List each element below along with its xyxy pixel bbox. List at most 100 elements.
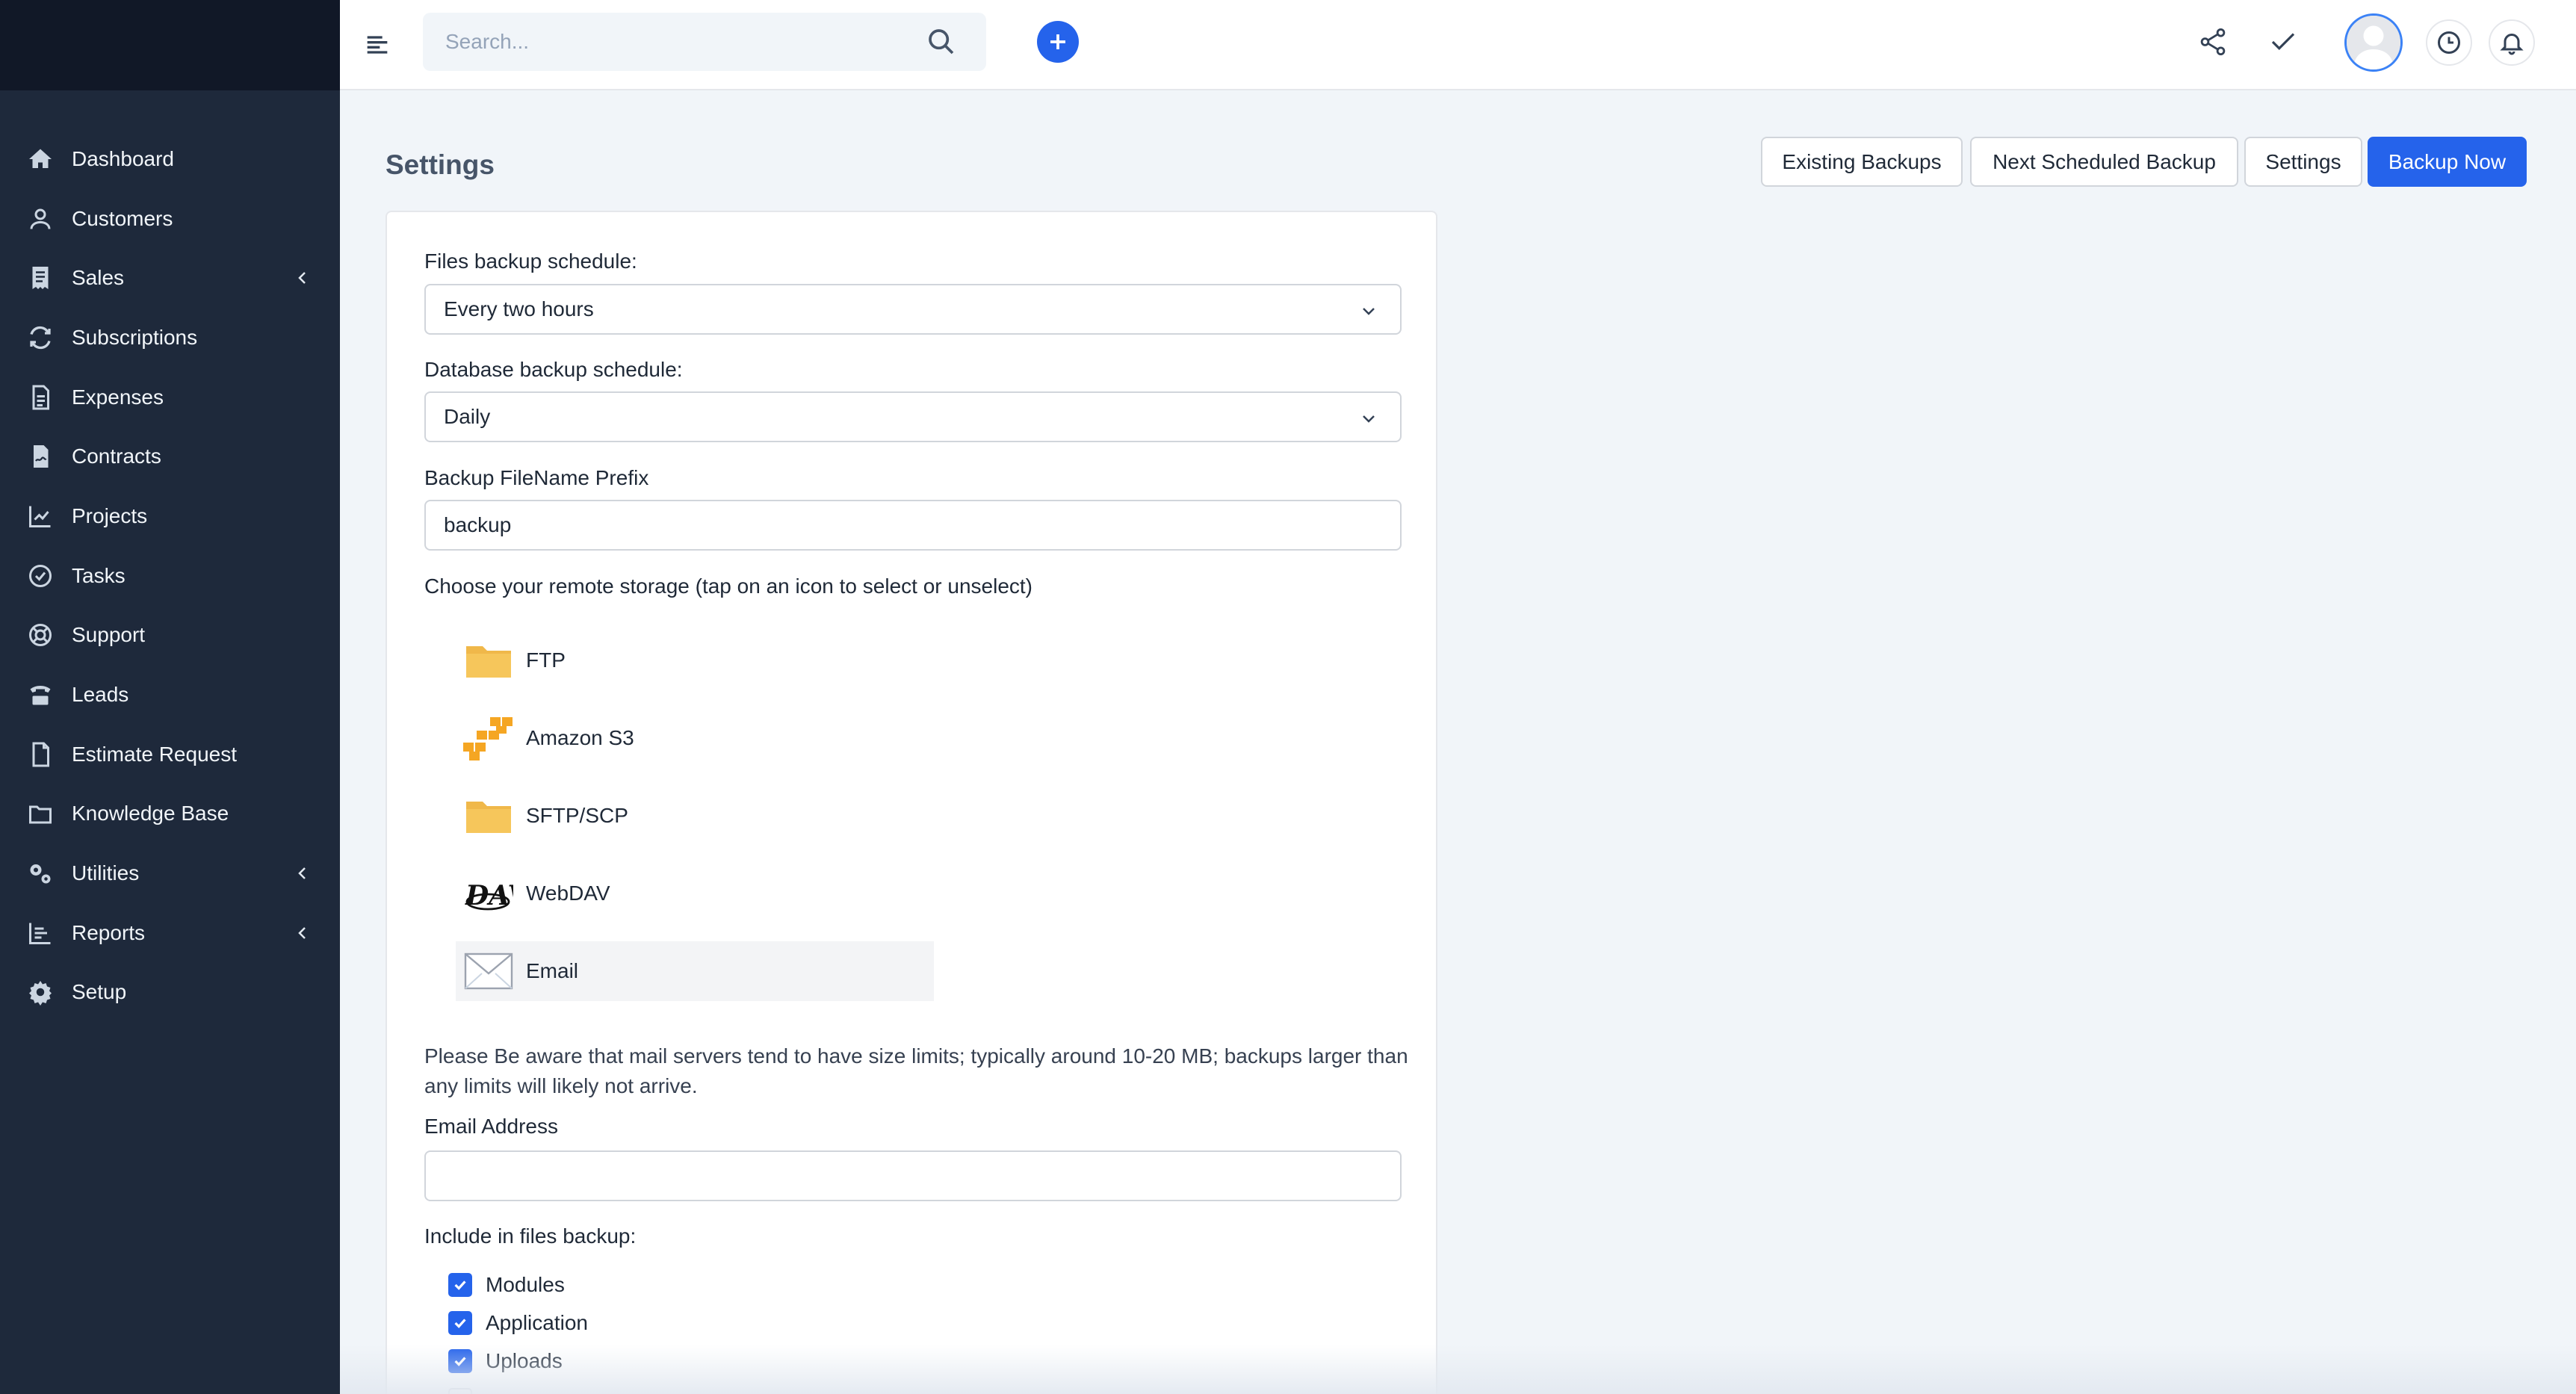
sidebar-item-subscriptions[interactable]: Subscriptions bbox=[0, 308, 340, 368]
folder-icon bbox=[462, 793, 515, 838]
email-address-input[interactable] bbox=[424, 1150, 1402, 1201]
storage-option-amazon-s3[interactable]: Amazon S3 bbox=[456, 708, 934, 768]
storage-option-label: Amazon S3 bbox=[526, 726, 634, 749]
sidebar-item-estimate-request[interactable]: Estimate Request bbox=[0, 725, 340, 784]
menu-toggle-icon[interactable] bbox=[362, 30, 392, 60]
sidebar-item-label: Support bbox=[72, 623, 146, 647]
top-header bbox=[340, 0, 2576, 90]
db-schedule-value: Daily bbox=[444, 405, 491, 428]
include-application-checkbox[interactable]: Application bbox=[448, 1311, 588, 1335]
check-circle-icon bbox=[25, 561, 55, 591]
notifications-button[interactable] bbox=[2489, 19, 2535, 66]
include-option-label: Uploads bbox=[486, 1349, 563, 1372]
sidebar-item-label: Knowledge Base bbox=[72, 802, 229, 825]
sidebar-item-knowledge-base[interactable]: Knowledge Base bbox=[0, 784, 340, 844]
chevron-down-icon bbox=[1363, 308, 1375, 315]
sidebar-item-tasks[interactable]: Tasks bbox=[0, 546, 340, 606]
bell-icon bbox=[2500, 34, 2524, 55]
sidebar-item-label: Dashboard bbox=[72, 146, 174, 170]
sidebar: Dashboard Customers Sales Subscriptions … bbox=[0, 0, 340, 1394]
envelope-icon bbox=[462, 949, 515, 994]
cogs-icon bbox=[25, 858, 55, 888]
share-icon[interactable] bbox=[2197, 26, 2229, 58]
checkbox-checked-icon[interactable] bbox=[448, 1311, 472, 1335]
storage-option-label: FTP bbox=[526, 648, 566, 672]
settings-panel: Files backup schedule: Every two hours D… bbox=[386, 211, 1437, 1394]
folder-icon bbox=[462, 638, 515, 683]
sidebar-item-utilities[interactable]: Utilities bbox=[0, 843, 340, 903]
document-icon bbox=[25, 382, 55, 412]
db-schedule-select[interactable]: Daily bbox=[424, 391, 1402, 442]
storage-label: Choose your remote storage (tap on an ic… bbox=[424, 574, 1032, 598]
next-scheduled-backup-button[interactable]: Next Scheduled Backup bbox=[1970, 137, 2238, 187]
folder-icon bbox=[25, 799, 55, 828]
sidebar-item-sales[interactable]: Sales bbox=[0, 248, 340, 308]
clock-icon bbox=[2438, 31, 2460, 54]
receipt-icon bbox=[25, 263, 55, 293]
page-title: Settings bbox=[386, 149, 495, 180]
chevron-left-icon[interactable] bbox=[294, 269, 312, 287]
avatar[interactable] bbox=[2344, 13, 2403, 72]
include-label: Include in files backup: bbox=[424, 1224, 637, 1248]
storage-option-label: WebDAV bbox=[526, 882, 610, 905]
sidebar-item-label: Sales bbox=[72, 266, 125, 290]
include-modules-checkbox[interactable]: Modules bbox=[448, 1273, 565, 1297]
search-icon[interactable] bbox=[926, 27, 956, 57]
backup-now-button[interactable]: Backup Now bbox=[2368, 137, 2527, 187]
storage-option-label: Email bbox=[526, 959, 579, 982]
sidebar-item-label: Subscriptions bbox=[72, 325, 198, 349]
chevron-left-icon[interactable] bbox=[294, 864, 312, 882]
sidebar-item-label: Expenses bbox=[72, 385, 164, 409]
check-icon[interactable] bbox=[2267, 26, 2299, 58]
settings-button[interactable]: Settings bbox=[2244, 137, 2362, 187]
sidebar-item-label: Reports bbox=[72, 920, 146, 944]
storage-option-webdav[interactable]: DAV WebDAV bbox=[456, 864, 934, 923]
sidebar-item-customers[interactable]: Customers bbox=[0, 189, 340, 249]
sidebar-item-label: Setup bbox=[72, 980, 127, 1004]
webdav-icon: DAV bbox=[462, 871, 515, 916]
sidebar-item-support[interactable]: Support bbox=[0, 606, 340, 666]
sidebar-item-dashboard[interactable]: Dashboard bbox=[0, 129, 340, 189]
email-size-note: Please Be aware that mail servers tend t… bbox=[424, 1044, 1408, 1097]
sidebar-brand bbox=[0, 0, 340, 90]
sidebar-item-label: Projects bbox=[72, 504, 148, 527]
user-icon bbox=[25, 204, 55, 234]
include-uploads-checkbox[interactable]: Uploads bbox=[448, 1349, 563, 1373]
bar-chart-icon bbox=[25, 918, 55, 948]
sidebar-item-leads[interactable]: Leads bbox=[0, 665, 340, 725]
storage-option-email[interactable]: Email bbox=[456, 941, 934, 1001]
prefix-input[interactable] bbox=[424, 500, 1402, 551]
storage-option-sftp[interactable]: SFTP/SCP bbox=[456, 786, 934, 846]
sidebar-item-projects[interactable]: Projects bbox=[0, 486, 340, 546]
include-more-checkbox[interactable] bbox=[448, 1388, 486, 1394]
search-input[interactable] bbox=[423, 13, 986, 71]
sidebar-item-setup[interactable]: Setup bbox=[0, 963, 340, 1023]
search-box bbox=[423, 13, 986, 71]
sidebar-item-label: Leads bbox=[72, 683, 129, 707]
checkbox-unchecked-icon[interactable] bbox=[448, 1388, 472, 1394]
db-schedule-label: Database backup schedule: bbox=[424, 358, 683, 381]
gear-icon bbox=[25, 977, 55, 1007]
quick-add-button[interactable] bbox=[1037, 21, 1079, 63]
files-schedule-select[interactable]: Every two hours bbox=[424, 284, 1402, 335]
home-icon bbox=[25, 144, 55, 174]
contract-icon bbox=[25, 442, 55, 471]
include-option-label: Modules bbox=[486, 1273, 565, 1296]
email-address-label: Email Address bbox=[424, 1115, 558, 1138]
sidebar-item-expenses[interactable]: Expenses bbox=[0, 368, 340, 427]
checkbox-checked-icon[interactable] bbox=[448, 1273, 472, 1297]
amazon-s3-icon bbox=[462, 716, 515, 760]
sidebar-item-contracts[interactable]: Contracts bbox=[0, 427, 340, 486]
tty-icon bbox=[25, 680, 55, 710]
include-option-label: Application bbox=[486, 1311, 588, 1334]
sidebar-item-label: Customers bbox=[72, 206, 173, 230]
chevron-left-icon[interactable] bbox=[294, 924, 312, 942]
existing-backups-button[interactable]: Existing Backups bbox=[1761, 137, 1963, 187]
user-avatar-icon bbox=[2347, 16, 2400, 69]
lifebuoy-icon bbox=[25, 620, 55, 650]
sidebar-item-reports[interactable]: Reports bbox=[0, 903, 340, 963]
storage-option-ftp[interactable]: FTP bbox=[456, 631, 934, 690]
refresh-icon bbox=[25, 323, 55, 353]
timer-button[interactable] bbox=[2426, 19, 2472, 66]
checkbox-checked-icon[interactable] bbox=[448, 1349, 472, 1373]
